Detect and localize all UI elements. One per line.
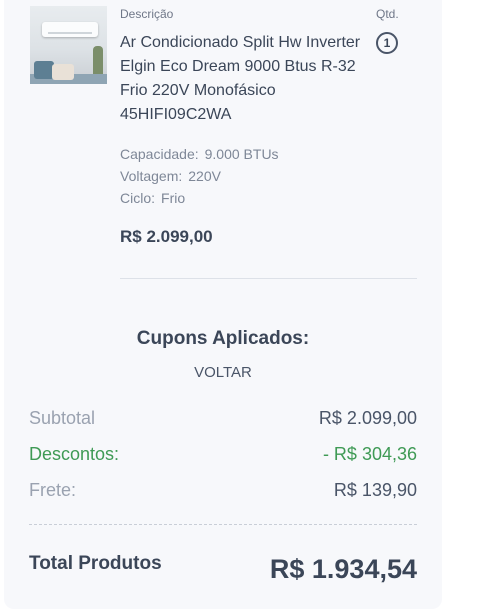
spec-label: Ciclo: bbox=[120, 190, 156, 206]
discount-value: - R$ 304,36 bbox=[322, 444, 417, 464]
air-conditioner-icon bbox=[42, 22, 98, 37]
quantity-badge: 1 bbox=[376, 32, 398, 54]
spec-capacity: Capacidade: 9.000 BTUs bbox=[120, 146, 279, 162]
product-title[interactable]: Ar Condicionado Split Hw Inverter Elgin … bbox=[120, 31, 370, 127]
subtotal-row: Subtotal R$ 2.099,00 bbox=[29, 408, 417, 429]
spec-label: Voltagem: bbox=[120, 168, 183, 184]
shipping-row: Frete: R$ 139,90 bbox=[29, 480, 417, 501]
spec-voltage: Voltagem: 220V bbox=[120, 168, 221, 184]
spec-value: 220V bbox=[188, 168, 221, 184]
spec-value: Frio bbox=[161, 190, 186, 206]
total-value: R$ 1.934,54 bbox=[269, 554, 417, 584]
total-label: Total Produtos bbox=[29, 553, 162, 574]
discount-label: Descontos: bbox=[29, 444, 120, 464]
shipping-value: R$ 139,90 bbox=[333, 480, 417, 500]
shipping-label: Frete: bbox=[29, 480, 77, 500]
quantity-column-label: Qtd. bbox=[376, 7, 399, 21]
divider bbox=[120, 278, 417, 279]
product-image[interactable] bbox=[30, 6, 107, 84]
description-column-label: Descrição bbox=[120, 7, 174, 21]
spec-cycle: Ciclo: Frio bbox=[120, 190, 185, 206]
discount-row: Descontos: - R$ 304,36 bbox=[29, 444, 417, 465]
coupons-title: Cupons Aplicados: bbox=[136, 328, 310, 349]
subtotal-label: Subtotal bbox=[29, 408, 96, 428]
product-price: R$ 2.099,00 bbox=[120, 227, 213, 246]
dashed-divider bbox=[29, 524, 417, 525]
subtotal-value: R$ 2.099,00 bbox=[318, 408, 417, 428]
coupon-code: VOLTAR bbox=[194, 364, 252, 381]
spec-value: 9.000 BTUs bbox=[204, 146, 279, 162]
spec-label: Capacidade: bbox=[120, 146, 199, 162]
